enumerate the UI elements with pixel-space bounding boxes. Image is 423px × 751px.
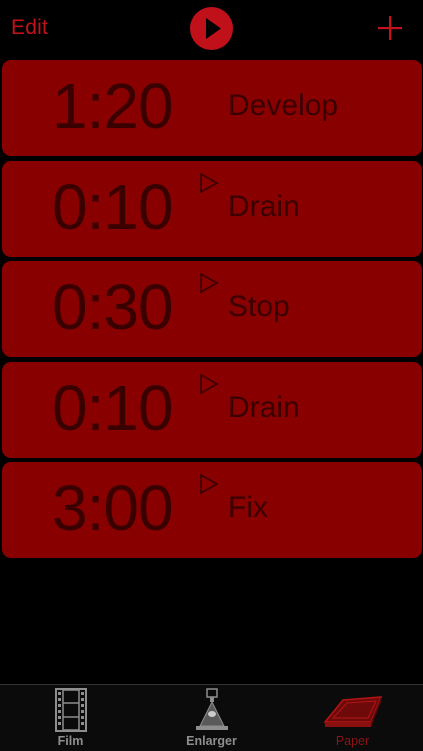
step-time: 0:10 — [52, 170, 174, 243]
step-list: 1:20 Develop 0:10 Drain 0:30 Stop 0:10 D… — [2, 60, 422, 563]
tab-label: Film — [57, 734, 84, 748]
step-time: 1:20 — [52, 70, 174, 142]
step-time: 0:30 — [52, 271, 174, 343]
step-time: 0:10 — [52, 371, 174, 444]
step-card-drain-2[interactable]: 0:10 Drain — [2, 361, 422, 458]
tab-bar: Film Enlarger Paper — [0, 684, 423, 751]
step-card-fix[interactable]: 3:00 Fix — [2, 462, 422, 558]
step-name: Drain — [228, 189, 300, 223]
enlarger-icon — [195, 688, 228, 730]
play-outline-icon — [200, 473, 219, 495]
film-strip-icon — [54, 688, 87, 732]
play-outline-icon — [200, 172, 219, 193]
step-card-stop[interactable]: 0:30 Stop — [2, 261, 422, 357]
tab-label: Enlarger — [186, 734, 237, 748]
step-card-develop[interactable]: 1:20 Develop — [2, 60, 422, 156]
navigation-bar: Edit — [0, 0, 423, 56]
add-step-button[interactable] — [377, 15, 403, 41]
step-name: Drain — [228, 390, 300, 424]
tab-film[interactable]: Film — [0, 685, 141, 751]
tab-label: Paper — [335, 734, 370, 748]
play-outline-icon — [200, 373, 219, 394]
step-name: Fix — [228, 491, 268, 524]
tab-paper[interactable]: Paper — [282, 685, 423, 751]
step-name: Develop — [228, 89, 339, 122]
edit-button[interactable]: Edit — [11, 16, 48, 40]
plus-icon — [378, 16, 402, 40]
paper-tray-icon — [322, 696, 382, 727]
step-card-drain[interactable]: 0:10 Drain — [2, 160, 422, 257]
play-outline-icon — [200, 272, 219, 294]
play-button[interactable] — [190, 7, 233, 50]
step-name: Stop — [228, 290, 290, 323]
play-icon — [206, 18, 221, 39]
tab-enlarger[interactable]: Enlarger — [141, 685, 282, 751]
step-time: 3:00 — [52, 472, 174, 544]
